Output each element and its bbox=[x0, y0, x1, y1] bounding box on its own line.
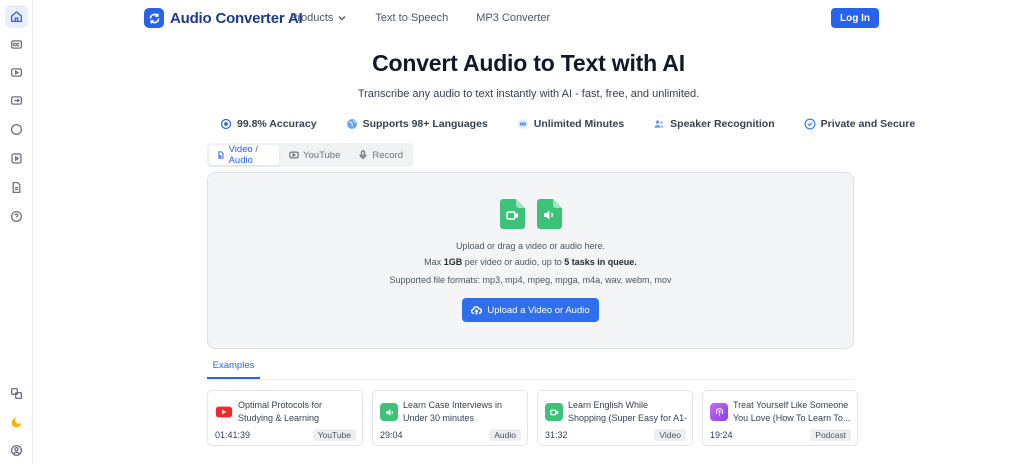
account-icon[interactable] bbox=[5, 439, 28, 462]
feature-label: 99.8% Accuracy bbox=[237, 118, 317, 130]
left-rail bbox=[0, 0, 33, 464]
example-type-badge: Podcast bbox=[810, 429, 851, 441]
tab-label: YouTube bbox=[303, 149, 341, 161]
help-icon[interactable] bbox=[5, 205, 28, 228]
upload-dropzone[interactable]: Upload or drag a video or audio here. Ma… bbox=[207, 172, 854, 349]
feature-unlimited: Unlimited Minutes bbox=[517, 118, 624, 130]
nav-text-to-speech[interactable]: Text to Speech bbox=[375, 12, 448, 24]
limit-size: 1GB bbox=[443, 257, 463, 267]
document-icon[interactable] bbox=[5, 176, 28, 199]
brand-logo-icon bbox=[144, 8, 164, 28]
example-duration: 19:24 bbox=[710, 430, 733, 440]
tab-label: Video / Audio bbox=[228, 144, 258, 166]
example-title: Treat Yourself Like Someone You Love (Ho… bbox=[733, 400, 851, 423]
login-button[interactable]: Log In bbox=[831, 8, 879, 28]
tab-record[interactable]: Record bbox=[350, 145, 411, 165]
mic-icon bbox=[359, 150, 367, 160]
video-file-icon bbox=[500, 199, 525, 229]
shield-icon bbox=[804, 118, 816, 130]
tab-examples[interactable]: Examples bbox=[207, 360, 260, 379]
nav-mp3-converter[interactable]: MP3 Converter bbox=[476, 12, 550, 24]
chevron-down-icon bbox=[338, 15, 346, 21]
youtube-icon bbox=[289, 151, 299, 159]
nav-products[interactable]: Products bbox=[290, 12, 347, 24]
dark-mode-icon[interactable] bbox=[5, 411, 28, 434]
nav-products-label: Products bbox=[290, 12, 334, 24]
translate-icon[interactable] bbox=[5, 89, 28, 112]
example-title: Learn English While Shopping (Super Easy… bbox=[568, 400, 688, 423]
example-card[interactable]: Optimal Protocols for Studying & Learnin… bbox=[207, 390, 363, 446]
example-card[interactable]: Learn English While Shopping (Super Easy… bbox=[537, 390, 693, 446]
audio-file-icon bbox=[537, 199, 562, 229]
page-title: Convert Audio to Text with AI bbox=[372, 50, 685, 76]
infinity-icon bbox=[517, 119, 528, 129]
upload-instruction: Upload or drag a video or audio here. bbox=[455, 241, 606, 251]
cloud-upload-icon bbox=[471, 305, 483, 315]
home-icon[interactable] bbox=[5, 5, 28, 28]
file-type-icons bbox=[500, 199, 562, 229]
feature-label: Private and Secure bbox=[820, 118, 916, 130]
example-duration: 31:32 bbox=[545, 430, 568, 440]
captions-icon[interactable] bbox=[5, 33, 28, 56]
example-cards: Optimal Protocols for Studying & Learnin… bbox=[207, 390, 858, 446]
top-header: Audio Converter AI Products Text to Spee… bbox=[33, 0, 1024, 36]
youtube-icon bbox=[215, 403, 233, 421]
brand-name: Audio Converter AI bbox=[170, 9, 303, 27]
globe-icon bbox=[346, 119, 357, 129]
video-icon[interactable] bbox=[5, 61, 28, 84]
file-icon bbox=[218, 151, 224, 159]
tab-youtube[interactable]: YouTube bbox=[281, 145, 348, 165]
video-file-icon bbox=[545, 403, 563, 421]
feature-accuracy: 99.8% Accuracy bbox=[220, 118, 317, 130]
example-type-badge: Audio bbox=[489, 429, 521, 441]
example-type-badge: Video bbox=[654, 429, 686, 441]
tab-video-audio[interactable]: Video / Audio bbox=[209, 144, 280, 166]
feature-label: Supports 98+ Languages bbox=[362, 118, 488, 130]
source-tabs: Video / Audio YouTube Record bbox=[207, 143, 413, 167]
supported-formats: Supported file formats: mp3, mp4, mpeg, … bbox=[389, 275, 672, 285]
feature-secure: Private and Secure bbox=[804, 118, 916, 130]
limit-prefix: Max bbox=[424, 257, 444, 267]
example-type-badge: YouTube bbox=[312, 429, 356, 441]
example-title: Learn Case Interviews in Under 30 minute… bbox=[403, 400, 503, 423]
example-card[interactable]: Learn Case Interviews in Under 30 minute… bbox=[372, 390, 528, 446]
play-icon[interactable] bbox=[5, 147, 28, 170]
example-card[interactable]: Treat Yourself Like Someone You Love (Ho… bbox=[702, 390, 858, 446]
main-nav: Products Text to Speech MP3 Converter bbox=[290, 12, 550, 24]
podcast-icon bbox=[710, 403, 728, 421]
upload-limits: Max 1GB per video or audio, up to 5 task… bbox=[208, 257, 853, 267]
limit-tasks: 5 tasks in queue. bbox=[564, 257, 637, 267]
target-icon bbox=[220, 118, 232, 130]
feature-list: 99.8% Accuracy Supports 98+ Languages Un… bbox=[220, 118, 915, 130]
example-duration: 01:41:39 bbox=[215, 430, 251, 440]
users-icon bbox=[654, 120, 664, 128]
feature-speaker: Speaker Recognition bbox=[653, 118, 775, 130]
page-subtitle: Transcribe any audio to text instantly w… bbox=[357, 88, 700, 100]
divider bbox=[207, 379, 854, 380]
upload-button-label: Upload a Video or Audio bbox=[487, 304, 590, 316]
upload-button[interactable]: Upload a Video or Audio bbox=[462, 298, 599, 322]
audio-file-icon bbox=[380, 403, 398, 421]
feature-label: Speaker Recognition bbox=[670, 118, 775, 130]
example-title: Optimal Protocols for Studying & Learnin… bbox=[238, 400, 323, 423]
limit-middle: per video or audio, up to bbox=[462, 257, 565, 267]
language-icon[interactable] bbox=[5, 382, 28, 405]
feature-languages: Supports 98+ Languages bbox=[346, 118, 488, 130]
brand-logo-link[interactable]: Audio Converter AI bbox=[144, 8, 303, 28]
feature-label: Unlimited Minutes bbox=[533, 118, 625, 130]
tab-label: Record bbox=[372, 149, 403, 161]
example-duration: 29:04 bbox=[380, 430, 403, 440]
more-icon[interactable] bbox=[5, 118, 28, 141]
